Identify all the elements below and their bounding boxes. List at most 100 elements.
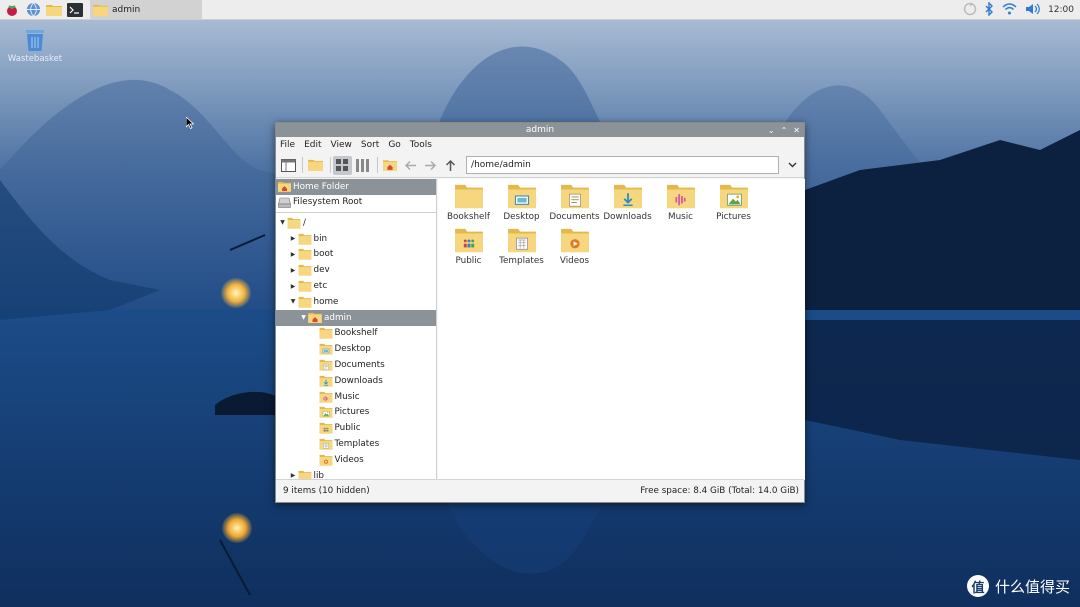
menu-view[interactable]: View (331, 140, 352, 150)
new-folder-button[interactable] (306, 156, 324, 175)
new-window-button[interactable] (279, 156, 297, 175)
web-browser-icon[interactable] (24, 1, 42, 19)
places-filesystem-root[interactable]: Filesystem Root (276, 195, 436, 211)
file-item-music[interactable]: Music (654, 183, 707, 227)
tree-item-label: dev (313, 265, 330, 276)
path-dropdown-button[interactable] (784, 156, 802, 175)
tree-item-bookshelf[interactable]: Bookshelf (276, 326, 436, 342)
menu-edit[interactable]: Edit (304, 140, 321, 150)
tree-item-bin[interactable]: ▶ bin (276, 231, 436, 247)
icon-view-button[interactable] (333, 155, 352, 175)
file-item-label: Desktop (503, 212, 540, 222)
back-button[interactable] (401, 156, 419, 175)
menu-tools[interactable]: Tools (410, 140, 432, 150)
system-tray: 12:00 (963, 0, 1080, 20)
tree-item-public[interactable]: Public (276, 420, 436, 436)
expander-closed-icon[interactable]: ▶ (289, 251, 298, 258)
places-label: Home Folder (293, 181, 349, 192)
side-pane: Home Folder Filesystem Root ▼ / ▶ bin ▶ boot ▶… (276, 179, 437, 482)
clock[interactable]: 12:00 (1048, 5, 1074, 15)
icon-view-icon (336, 158, 349, 171)
folder-icon (298, 296, 312, 308)
file-item-label: Downloads (603, 212, 652, 222)
file-item-documents[interactable]: Documents (548, 183, 601, 227)
menu-bar: File Edit View Sort Go Tools (276, 137, 804, 153)
file-view: Bookshelf Desktop Documents Downloads Music P… (438, 179, 805, 480)
tree-item-label: Public (334, 423, 361, 434)
tree-item-admin[interactable]: ▼ admin (276, 309, 436, 326)
expander-closed-icon[interactable]: ▶ (289, 283, 298, 290)
tree-item-desktop[interactable]: Desktop (276, 341, 436, 357)
watermark: 值 什么值得买 (966, 575, 1070, 597)
tree-item-label: boot (313, 249, 334, 260)
tree-item-videos[interactable]: Videos (276, 452, 436, 468)
wastebasket-label: Wastebasket (7, 54, 63, 64)
tree-item-label: home (313, 296, 339, 307)
desktop-folder-icon (507, 183, 537, 212)
volume-icon[interactable] (1025, 3, 1040, 18)
close-icon[interactable]: ✕ (793, 126, 800, 135)
tree-item-music[interactable]: Music (276, 389, 436, 405)
up-button[interactable] (442, 156, 460, 175)
file-item-label: Videos (559, 256, 590, 266)
file-item-bookshelf[interactable]: Bookshelf (442, 183, 495, 227)
tree-item-documents[interactable]: Documents (276, 357, 436, 373)
forward-button[interactable] (422, 156, 440, 175)
folder-icon (93, 4, 108, 16)
templates-folder-icon (319, 438, 333, 450)
tree-item-boot[interactable]: ▶ boot (276, 247, 436, 263)
tree-item-home[interactable]: ▼ home (276, 294, 436, 310)
window-titlebar[interactable]: admin ⌄ ⌃ ✕ (276, 123, 804, 137)
file-icon-grid: Bookshelf Desktop Documents Downloads Music P… (438, 179, 805, 271)
terminal-icon[interactable] (66, 1, 84, 19)
file-item-downloads[interactable]: Downloads (601, 183, 654, 227)
path-bar-input[interactable]: /home/admin (466, 156, 779, 174)
file-item-public[interactable]: Public (442, 227, 495, 271)
tree-item-label: Bookshelf (334, 328, 378, 339)
expander-open-icon[interactable]: ▼ (289, 298, 298, 305)
directory-tree: ▼ / ▶ bin ▶ boot ▶ dev ▶ etc ▼ home ▼ admin Bookshelf D… (276, 215, 436, 484)
tree-item-pictures[interactable]: Pictures (276, 405, 436, 421)
folder-icon (298, 248, 312, 261)
minimize-icon[interactable]: ⌄ (768, 126, 775, 135)
menu-go[interactable]: Go (388, 140, 400, 150)
bluetooth-icon[interactable] (985, 0, 994, 19)
tree-item-label: Desktop (334, 344, 371, 355)
menu-sort[interactable]: Sort (361, 140, 379, 150)
videos-folder-icon (319, 454, 333, 466)
wastebasket-desktop-icon[interactable]: Wastebasket (6, 26, 64, 64)
tree-item-templates[interactable]: Templates (276, 436, 436, 452)
file-item-desktop[interactable]: Desktop (495, 183, 548, 227)
updater-icon[interactable] (963, 2, 977, 19)
menu-file[interactable]: File (280, 140, 295, 150)
raspberry-menu-icon[interactable] (3, 1, 21, 19)
file-manager-icon[interactable] (45, 1, 63, 19)
expander-open-icon[interactable]: ▼ (278, 219, 287, 226)
expander-closed-icon[interactable]: ▶ (289, 235, 298, 242)
pictures-folder-icon (719, 183, 749, 212)
home-button[interactable] (381, 156, 399, 175)
toolbar-separator (377, 157, 378, 173)
tree-item-label: Documents (334, 360, 385, 371)
templates-folder-icon (507, 227, 537, 256)
tree-item-label: Music (334, 391, 360, 402)
tree-item-label: admin (324, 312, 352, 323)
arrow-right-icon (425, 160, 437, 170)
places-home-folder[interactable]: Home Folder (276, 179, 436, 195)
tree-item-root[interactable]: ▼ / (276, 215, 436, 231)
wifi-icon[interactable] (1002, 2, 1017, 18)
expander-closed-icon[interactable]: ▶ (289, 267, 298, 274)
file-item-pictures[interactable]: Pictures (707, 183, 760, 227)
arrow-up-icon (446, 159, 456, 171)
tree-item-downloads[interactable]: Downloads (276, 373, 436, 389)
taskbar-window-admin[interactable]: admin (90, 0, 202, 19)
tree-item-etc[interactable]: ▶ etc (276, 278, 436, 294)
expander-open-icon[interactable]: ▼ (299, 314, 308, 321)
maximize-icon[interactable]: ⌃ (781, 126, 788, 135)
tree-item-dev[interactable]: ▶ dev (276, 262, 436, 278)
toolbar: /home/admin (276, 153, 804, 178)
list-view-button[interactable] (354, 156, 372, 175)
file-item-videos[interactable]: Videos (548, 227, 601, 271)
file-item-templates[interactable]: Templates (495, 227, 548, 271)
pictures-folder-icon (319, 406, 333, 419)
